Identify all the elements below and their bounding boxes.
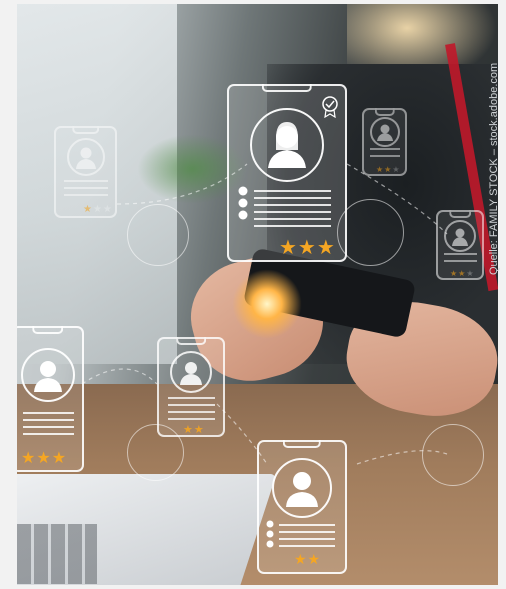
profile-card-left: ★★★: [17, 326, 84, 472]
network-node: [422, 424, 484, 486]
profile-card-right: ★★★: [436, 210, 484, 280]
profile-card-center: ★★: [157, 337, 225, 437]
profile-card-top-right: ★★★: [362, 108, 407, 176]
star-rating: ★★★: [83, 204, 113, 215]
image-credit-watermark: Quelle: FAMILY STOCK – stock.adobe.com: [488, 5, 504, 275]
avatar-female: [250, 108, 324, 182]
network-node: [337, 199, 404, 266]
star-rating: ★★★: [21, 448, 68, 467]
star-rating: ★★★: [376, 165, 401, 174]
network-node: [127, 204, 189, 266]
star-rating: ★★★: [450, 269, 475, 278]
profile-card-featured: ★★★: [227, 84, 347, 262]
checklist-icon: [237, 186, 249, 222]
verified-badge-icon: [321, 96, 339, 119]
star-rating: ★★: [294, 552, 322, 568]
stock-photo: ★★★ ★★★ ★★★ ★★★ ★★★ ★★ ★★: [17, 4, 498, 585]
profile-card-top-left: ★★★: [54, 126, 117, 218]
checklist-icon: [265, 520, 275, 550]
profile-card-bottom: ★★: [257, 440, 347, 574]
star-rating: ★★: [183, 423, 205, 436]
star-rating: ★★★: [279, 235, 336, 259]
credit-text: Quelle: FAMILY STOCK – stock.adobe.com: [488, 62, 500, 275]
